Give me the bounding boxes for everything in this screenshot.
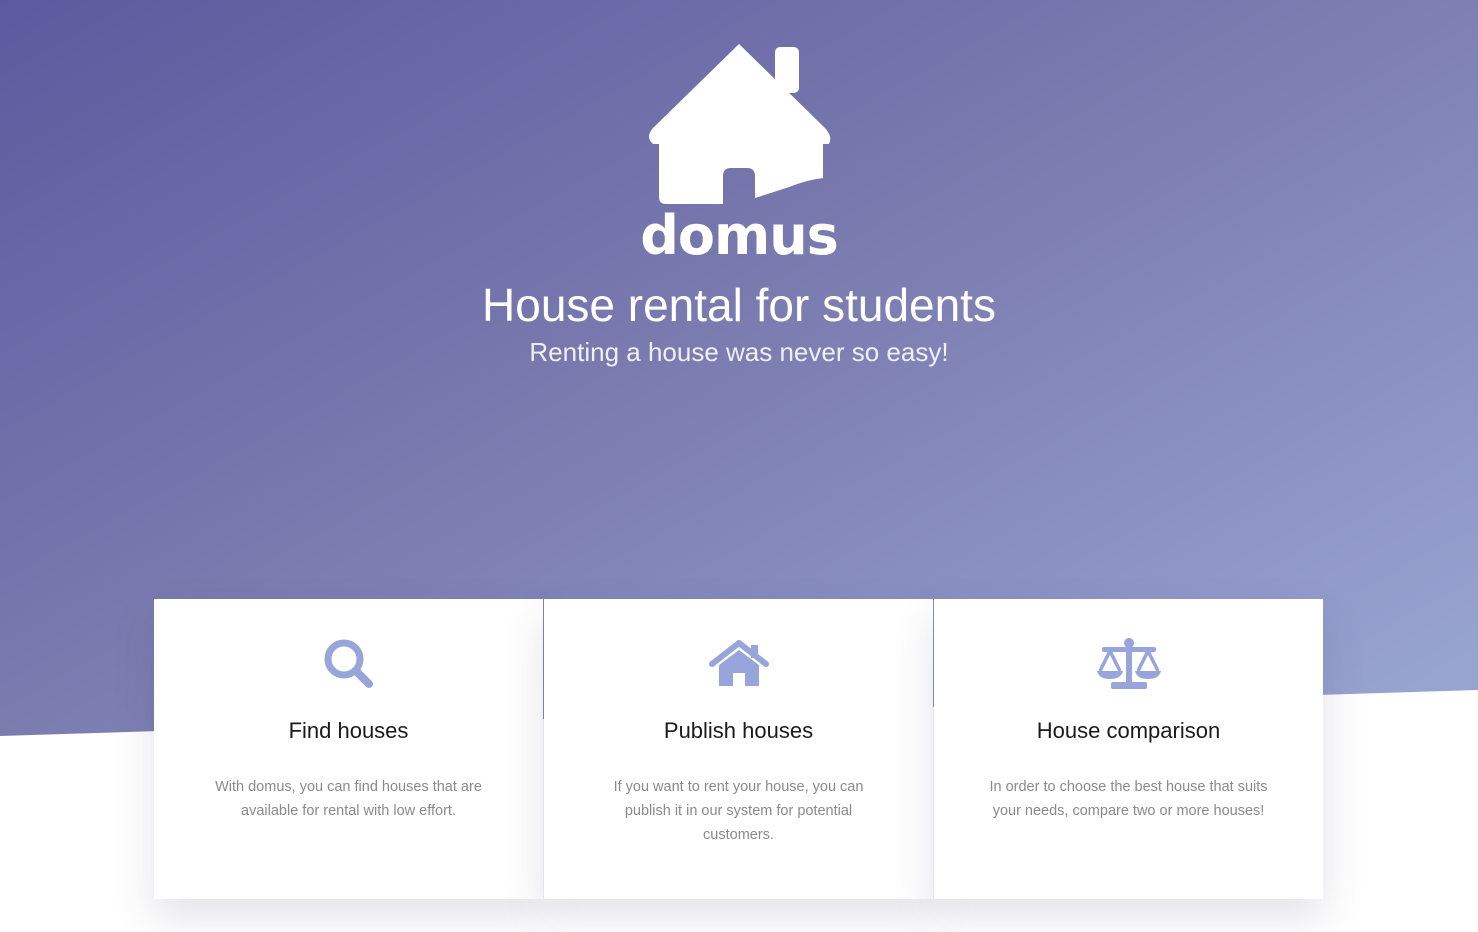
feature-description: In order to choose the best house that s… [989,779,1268,819]
hero-subtitle: Renting a house was never so easy! [529,337,949,367]
feature-title: Find houses [288,718,409,743]
landing-page: domus House rental for students Renting … [0,0,1478,932]
feature-card-find-houses: Find houses With domus, you can find hou… [154,599,543,899]
feature-card-publish-houses: Publish houses If you want to rent your … [544,599,933,899]
home-icon [544,637,933,691]
feature-title: House comparison [1036,718,1221,743]
feature-description: With domus, you can find houses that are… [215,779,482,819]
feature-description: If you want to rent your house, you can … [613,779,864,843]
search-icon [154,637,543,691]
features-section: Find houses With domus, you can find hou… [154,599,1323,899]
house-logo-icon [649,44,831,204]
hero-title: House rental for students [482,279,996,331]
feature-card-house-comparison: House comparison In order to choose the … [934,599,1323,899]
feature-title: Publish houses [663,718,814,743]
brand-name: domus [640,204,839,267]
balance-scale-icon [934,637,1323,691]
